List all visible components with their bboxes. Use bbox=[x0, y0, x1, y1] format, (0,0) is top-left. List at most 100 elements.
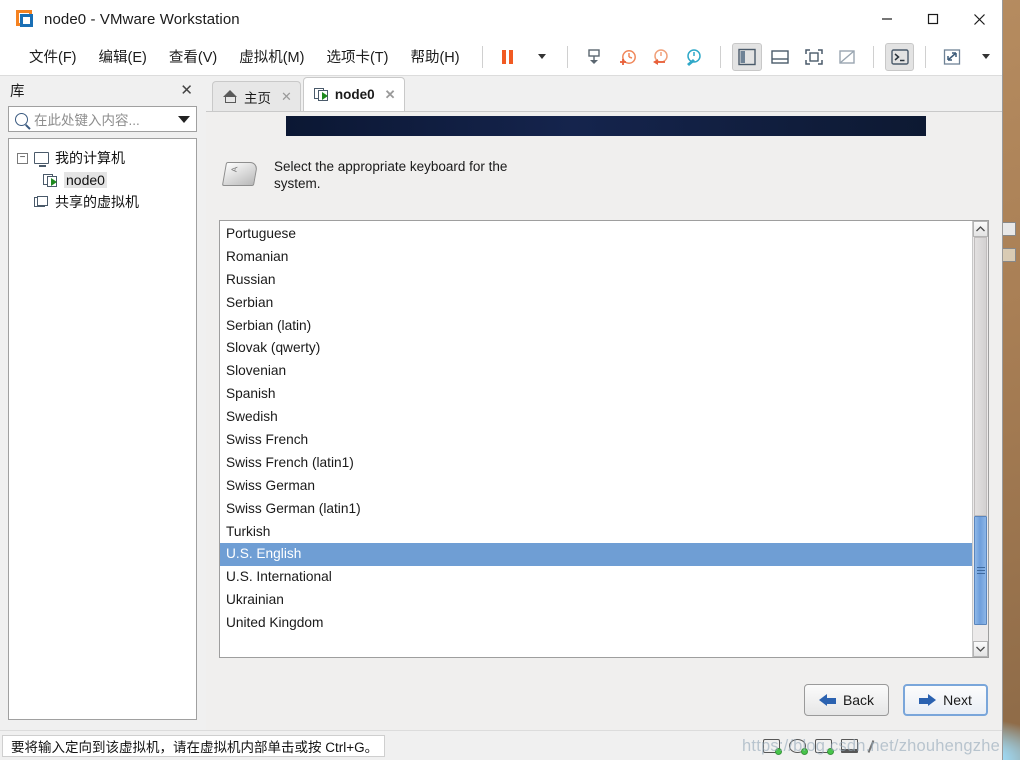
stretch-dropdown-caret[interactable] bbox=[971, 43, 1000, 71]
keyboard-list-item[interactable]: Spanish bbox=[220, 383, 972, 406]
keyboard-list-item[interactable]: Swiss German (latin1) bbox=[220, 498, 972, 521]
tab-home[interactable]: 主页 ✕ bbox=[212, 81, 301, 111]
tab-close-icon[interactable]: ✕ bbox=[385, 87, 396, 103]
keyboard-list-scrollbar[interactable] bbox=[972, 221, 988, 657]
revert-snapshot-button[interactable] bbox=[646, 43, 675, 71]
keyboard-list-item[interactable]: United Kingdom bbox=[220, 612, 972, 635]
menu-tabs[interactable]: 选项卡(T) bbox=[317, 42, 397, 71]
vmware-logo-icon bbox=[16, 10, 34, 28]
power-dropdown-caret[interactable] bbox=[527, 43, 556, 71]
tab-node0[interactable]: node0 ✕ bbox=[302, 77, 405, 111]
menu-edit[interactable]: 编辑(E) bbox=[90, 42, 156, 71]
scrollbar-thumb[interactable] bbox=[974, 515, 987, 625]
show-library-button[interactable] bbox=[732, 42, 762, 71]
keyboard-list-container: Portuguese Romanian Russian Serbian Serbian … bbox=[219, 220, 989, 658]
keyboard-list-item[interactable]: Serbian bbox=[220, 292, 972, 315]
vm-pane: 主页 ✕ node0 ✕ A Select the appropriate ke… bbox=[206, 76, 1002, 730]
library-title: 库 bbox=[10, 83, 25, 100]
minimize-button[interactable] bbox=[864, 0, 910, 38]
keyboard-list-item[interactable]: Swedish bbox=[220, 406, 972, 429]
tree-item-label: node0 bbox=[64, 172, 107, 188]
monitor-icon bbox=[34, 152, 49, 167]
tree-item-label: 我的计算机 bbox=[55, 150, 125, 166]
menu-file[interactable]: 文件(F) bbox=[20, 42, 86, 71]
take-snapshot-button[interactable] bbox=[613, 43, 642, 71]
guest-screen[interactable]: Select the appropriate keyboard for the … bbox=[206, 112, 1002, 730]
usb-device-icon[interactable] bbox=[867, 739, 884, 753]
library-tree: − 我的计算机 node0 共享的虚拟机 bbox=[8, 138, 197, 720]
library-search-box[interactable]: 在此处键入内容... bbox=[8, 106, 197, 132]
scrollbar-track[interactable] bbox=[973, 237, 988, 641]
keyboard-list[interactable]: Portuguese Romanian Russian Serbian Serbian … bbox=[220, 221, 972, 657]
keyboard-list-item[interactable]: Turkish bbox=[220, 521, 972, 544]
printer-icon[interactable] bbox=[841, 738, 858, 753]
hard-disk-icon[interactable] bbox=[763, 738, 782, 755]
keyboard-list-item[interactable]: Portuguese bbox=[220, 223, 972, 246]
tree-item-shared-vms[interactable]: 共享的虚拟机 bbox=[9, 191, 196, 213]
keyboard-list-item[interactable]: Swiss French bbox=[220, 429, 972, 452]
keyboard-list-item[interactable]: Serbian (latin) bbox=[220, 315, 972, 338]
main-content: 库 ✕ 在此处键入内容... − 我的计算机 node0 共享的虚拟机 主页 ✕… bbox=[0, 76, 1002, 730]
installer-help-text: Select the appropriate keyboard for the … bbox=[274, 159, 508, 191]
keyboard-list-item[interactable]: Romanian bbox=[220, 246, 972, 269]
keyboard-list-item[interactable]: Ukrainian bbox=[220, 589, 972, 612]
tree-item-my-computer[interactable]: − 我的计算机 bbox=[9, 147, 196, 169]
next-button[interactable]: Next bbox=[903, 684, 988, 716]
desktop-icon-a[interactable] bbox=[1002, 222, 1016, 236]
status-message: 要将输入定向到该虚拟机，请在虚拟机内部单击或按 Ctrl+G。 bbox=[2, 734, 386, 757]
unity-mode-button[interactable] bbox=[832, 43, 861, 71]
close-button[interactable] bbox=[956, 0, 1002, 38]
scrollbar-track-upper[interactable] bbox=[974, 237, 987, 516]
menu-help[interactable]: 帮助(H) bbox=[401, 42, 468, 71]
installer-help-block: Select the appropriate keyboard for the … bbox=[221, 158, 524, 192]
library-header: 库 ✕ bbox=[0, 76, 205, 104]
virtual-machine-icon bbox=[313, 88, 329, 101]
toolbar-separator-3 bbox=[720, 45, 722, 68]
suspend-button[interactable] bbox=[494, 43, 523, 71]
menu-view[interactable]: 查看(V) bbox=[160, 42, 226, 71]
tab-label: node0 bbox=[334, 87, 375, 102]
scroll-down-arrow-icon[interactable] bbox=[973, 641, 988, 657]
shared-vms-icon bbox=[34, 195, 49, 209]
keyboard-list-item[interactable]: Slovenian bbox=[220, 360, 972, 383]
cd-dvd-icon[interactable] bbox=[789, 738, 808, 755]
menu-vm[interactable]: 虚拟机(M) bbox=[230, 42, 313, 71]
tree-item-node0[interactable]: node0 bbox=[9, 169, 196, 191]
window-title: node0 - VMware Workstation bbox=[44, 10, 240, 28]
stretch-button[interactable] bbox=[937, 43, 966, 71]
toolbar-separator-4 bbox=[872, 45, 874, 68]
show-thumbnail-button[interactable] bbox=[766, 43, 795, 71]
fullscreen-button[interactable] bbox=[799, 43, 828, 71]
arrow-right-icon bbox=[919, 693, 937, 707]
keyboard-list-item[interactable]: U.S. International bbox=[220, 566, 972, 589]
keyboard-list-item-selected[interactable]: U.S. English bbox=[220, 543, 972, 567]
chevron-down-icon[interactable] bbox=[178, 115, 190, 123]
keyboard-key-icon bbox=[221, 158, 262, 192]
vm-console-area[interactable]: Select the appropriate keyboard for the … bbox=[206, 112, 1002, 730]
window-controls bbox=[864, 0, 1002, 38]
keyboard-list-item[interactable]: Swiss German bbox=[220, 475, 972, 498]
keyboard-list-item[interactable]: Slovak (qwerty) bbox=[220, 337, 972, 360]
maximize-button[interactable] bbox=[910, 0, 956, 38]
search-input[interactable]: 在此处键入内容... bbox=[34, 109, 178, 129]
network-adapter-icon[interactable] bbox=[815, 738, 834, 755]
tab-bar: 主页 ✕ node0 ✕ bbox=[206, 76, 1002, 112]
virtual-machine-icon bbox=[43, 173, 58, 187]
tab-close-icon[interactable]: ✕ bbox=[281, 89, 292, 105]
keyboard-list-item[interactable]: Swiss French (latin1) bbox=[220, 452, 972, 475]
manage-snapshot-button[interactable] bbox=[579, 43, 608, 71]
toolbar-separator-2 bbox=[567, 45, 569, 68]
search-icon bbox=[15, 112, 28, 126]
installer-banner bbox=[286, 116, 926, 136]
scroll-up-arrow-icon[interactable] bbox=[973, 221, 988, 237]
snapshot-manager-button[interactable] bbox=[680, 43, 709, 71]
keyboard-list-item[interactable]: Russian bbox=[220, 269, 972, 292]
scrollbar-grip-icon bbox=[976, 565, 985, 576]
title-bar: node0 - VMware Workstation bbox=[0, 0, 1002, 38]
desktop-icon-b[interactable] bbox=[1002, 248, 1016, 262]
library-close-icon[interactable]: ✕ bbox=[176, 81, 197, 99]
home-icon bbox=[223, 90, 238, 103]
collapse-expander-icon[interactable]: − bbox=[17, 152, 28, 164]
back-button[interactable]: Back bbox=[804, 684, 889, 716]
console-button[interactable] bbox=[884, 42, 915, 71]
